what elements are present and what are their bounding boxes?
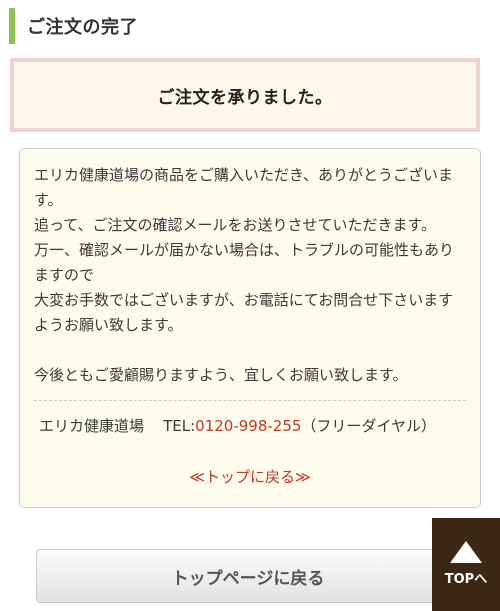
up-arrow-icon <box>450 541 482 563</box>
closing-line: 今後ともご愛顧賜りますよう、宜しくお願い致します。 <box>34 366 408 384</box>
top-button-label: TOPへ <box>444 572 488 587</box>
tel-number-link[interactable]: 0120-998-255 <box>195 417 301 435</box>
dashed-divider <box>34 400 466 401</box>
top-page-button[interactable]: トップページに戻る <box>36 549 460 603</box>
tel-label: TEL: <box>163 417 196 435</box>
scroll-to-top-button[interactable]: TOPへ <box>432 518 500 611</box>
message-line: 大変お手数ではございますが、お電話にてお問合せ下さいますようお願い致します。 <box>34 291 454 334</box>
message-line: 追って、ご注文の確認メールをお送りさせていただきます。 <box>34 216 437 234</box>
message-line: 万一、確認メールが届かない場合は、トラブルの可能性もありますので <box>34 241 455 284</box>
page-title: ご注文の完了 <box>27 17 138 38</box>
contact-info: エリカ健康道場 TEL:0120-998-255（フリーダイヤル） <box>34 415 466 437</box>
back-to-top-link[interactable]: ≪トップに戻る≫ <box>34 466 466 487</box>
message-box: エリカ健康道場の商品をご購入いただき、ありがとうございます。 追って、ご注文の確… <box>19 148 481 508</box>
shop-name: エリカ健康道場 <box>39 417 145 435</box>
completion-banner: ご注文を承りました。 <box>10 58 480 132</box>
tel-note: （フリーダイヤル） <box>301 417 436 435</box>
section-header: ご注文の完了 <box>9 8 138 44</box>
completion-message: ご注文を承りました。 <box>157 87 333 108</box>
message-line: エリカ健康道場の商品をご購入いただき、ありがとうございます。 <box>34 166 453 209</box>
